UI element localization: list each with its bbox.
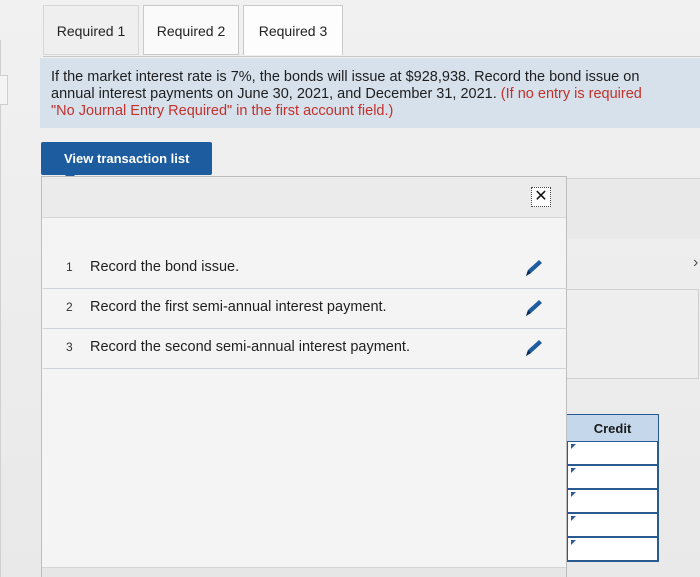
instruction-line-1: If the market interest rate is 7%, the b… bbox=[51, 69, 640, 85]
transaction-number: 2 bbox=[66, 300, 73, 314]
transaction-row[interactable]: 1 Record the bond issue. bbox=[43, 249, 567, 289]
left-edge-handle bbox=[0, 75, 8, 105]
view-transaction-list-button[interactable]: View transaction list bbox=[41, 142, 212, 175]
chevron-right-icon[interactable]: › bbox=[693, 254, 698, 272]
tab-required-1[interactable]: Required 1 bbox=[43, 5, 139, 55]
edit-pencil-icon[interactable] bbox=[521, 297, 547, 319]
transaction-number: 3 bbox=[66, 340, 73, 354]
credit-input[interactable] bbox=[566, 514, 659, 538]
credit-input[interactable] bbox=[566, 442, 659, 466]
transaction-label: Record the second semi-annual interest p… bbox=[90, 339, 410, 355]
popup-header: ✕ bbox=[42, 177, 566, 218]
tab-required-3[interactable]: Required 3 bbox=[243, 5, 343, 55]
transaction-row[interactable]: 2 Record the first semi-annual interest … bbox=[43, 289, 567, 329]
transaction-number: 1 bbox=[66, 260, 73, 274]
transaction-label: Record the first semi-annual interest pa… bbox=[90, 299, 387, 315]
left-divider bbox=[0, 40, 1, 577]
instruction-note: (If no entry is required bbox=[496, 86, 642, 102]
journal-header-area bbox=[566, 178, 700, 239]
transaction-label: Record the bond issue. bbox=[90, 259, 240, 275]
close-icon[interactable]: ✕ bbox=[531, 187, 551, 207]
credit-input[interactable] bbox=[566, 538, 659, 562]
transaction-list-popup: ✕ 1 Record the bond issue. 2 Record the … bbox=[41, 176, 567, 577]
tab-required-2[interactable]: Required 2 bbox=[143, 5, 239, 55]
instruction-line-2: annual interest payments on June 30, 202… bbox=[51, 86, 700, 103]
popup-footer bbox=[42, 567, 566, 577]
credit-column bbox=[566, 442, 659, 562]
tab-divider bbox=[43, 56, 700, 57]
instruction-text: annual interest payments on June 30, 202… bbox=[51, 86, 497, 102]
instruction-box: If the market interest rate is 7%, the b… bbox=[40, 58, 700, 128]
credit-input[interactable] bbox=[566, 466, 659, 490]
edit-pencil-icon[interactable] bbox=[521, 337, 547, 359]
transaction-row[interactable]: 3 Record the second semi-annual interest… bbox=[43, 329, 567, 369]
journal-side-panel bbox=[566, 289, 699, 379]
credit-column-header: Credit bbox=[566, 414, 659, 442]
edit-pencil-icon[interactable] bbox=[521, 257, 547, 279]
credit-input[interactable] bbox=[566, 490, 659, 514]
instruction-line-3: "No Journal Entry Required" in the first… bbox=[51, 103, 394, 119]
